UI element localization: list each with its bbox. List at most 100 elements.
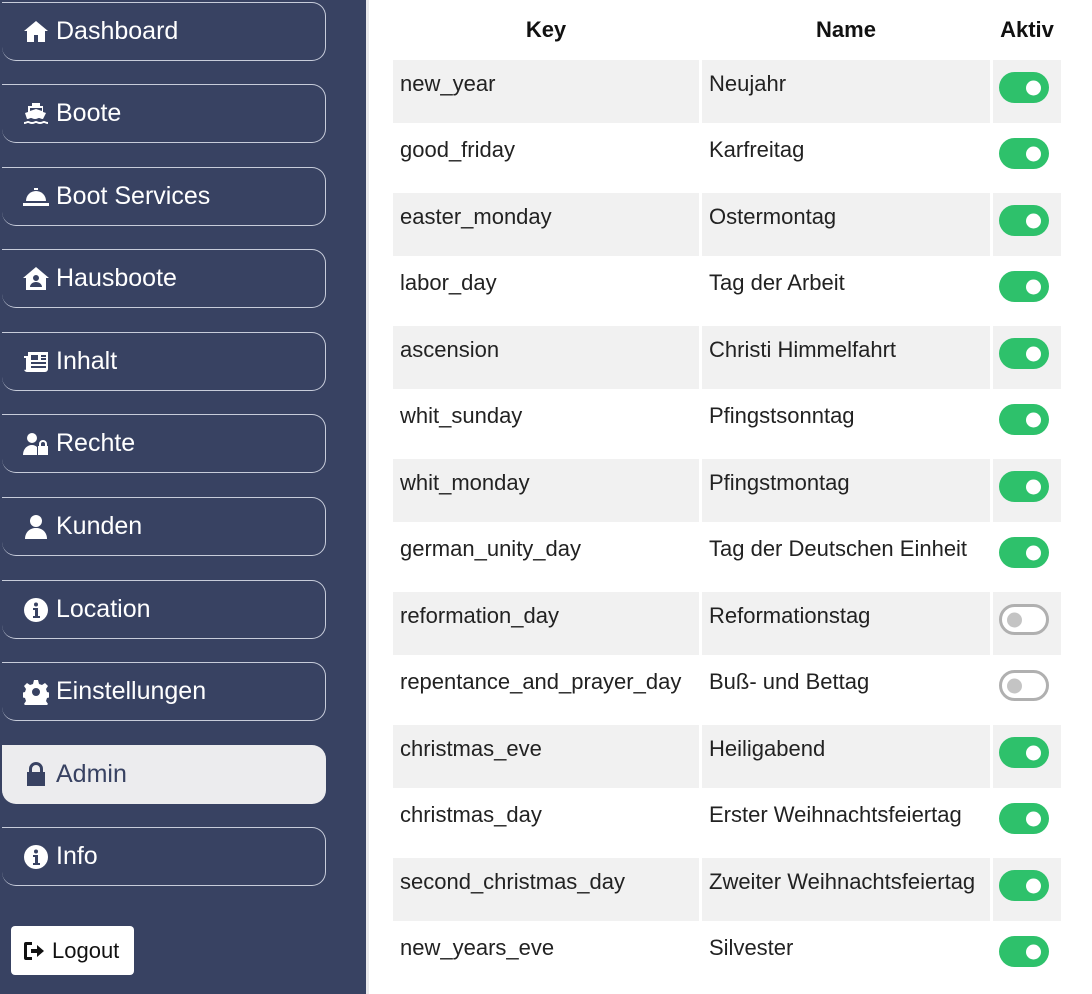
sidebar-item-inhalt[interactable]: Inhalt — [2, 332, 326, 391]
sidebar-item-label: Boot Services — [56, 182, 211, 210]
sidebar-item-admin[interactable]: Admin — [2, 745, 326, 804]
active-cell — [993, 525, 1061, 588]
holiday-key: new_year — [393, 60, 699, 123]
sidebar-item-rechte[interactable]: Rechte — [2, 414, 326, 473]
holiday-name: Neujahr — [702, 60, 990, 123]
toggle-knob — [1026, 944, 1041, 959]
info-circle-icon — [21, 843, 51, 871]
toggle-knob — [1026, 545, 1041, 560]
holiday-name: Silvester — [709, 935, 794, 960]
active-cell — [993, 658, 1061, 721]
toggle-knob — [1026, 213, 1041, 228]
toggle-knob — [1026, 279, 1041, 294]
holiday-key: german_unity_day — [400, 536, 582, 561]
holiday-key: labor_day — [400, 270, 497, 295]
holiday-name: Ostermontag — [702, 193, 990, 256]
sidebar-item-label: Kunden — [56, 512, 143, 540]
toggle-knob — [1026, 745, 1041, 760]
home-icon — [21, 18, 51, 46]
active-toggle[interactable] — [999, 205, 1049, 236]
ship-icon — [21, 100, 51, 128]
active-cell — [993, 725, 1061, 788]
holiday-key: whit_monday — [393, 459, 699, 522]
active-toggle[interactable] — [999, 870, 1049, 901]
sidebar-item-info[interactable]: Info — [2, 827, 326, 886]
active-toggle[interactable] — [999, 72, 1049, 103]
sidebar-item-label: Admin — [56, 760, 127, 788]
holiday-key: second_christmas_day — [393, 858, 699, 921]
sidebar-item-label: Info — [56, 842, 98, 870]
sidebar-item-hausboote[interactable]: Hausboote — [2, 249, 326, 308]
active-cell — [993, 259, 1061, 322]
active-toggle[interactable] — [999, 737, 1049, 768]
newspaper-icon — [21, 348, 51, 376]
sidebar: Dashboard Boote Boot Services Hausboote Inha… — [0, 0, 366, 994]
toggle-knob — [1026, 878, 1041, 893]
toggle-knob — [1026, 146, 1041, 161]
holiday-name: Tag der Deutschen Einheit — [709, 536, 968, 561]
holiday-name: Pfingstmontag — [702, 459, 990, 522]
active-toggle[interactable] — [999, 338, 1049, 369]
active-cell — [993, 326, 1061, 389]
lock-icon — [21, 761, 51, 789]
holiday-key: good_friday — [400, 137, 515, 162]
toggle-knob — [1007, 612, 1022, 627]
active-toggle[interactable] — [999, 936, 1049, 967]
holiday-name: Karfreitag — [709, 137, 805, 162]
active-cell — [993, 126, 1061, 189]
sidebar-item-label: Rechte — [56, 429, 136, 457]
info-circle-icon — [21, 596, 51, 624]
active-toggle[interactable] — [999, 803, 1049, 834]
active-toggle[interactable] — [999, 271, 1049, 302]
active-cell — [993, 924, 1061, 987]
toggle-knob — [1026, 80, 1041, 95]
holiday-name: Christi Himmelfahrt — [702, 326, 990, 389]
holiday-name: Reformationstag — [702, 592, 990, 655]
sign-out-icon — [24, 941, 44, 960]
active-cell — [993, 459, 1061, 522]
active-toggle[interactable] — [999, 471, 1049, 502]
active-toggle[interactable] — [999, 604, 1049, 635]
gear-icon — [21, 678, 51, 706]
sidebar-item-kunden[interactable]: Kunden — [2, 497, 326, 556]
holiday-name: Tag der Arbeit — [709, 270, 845, 295]
sidebar-item-label: Hausboote — [56, 264, 177, 292]
active-toggle[interactable] — [999, 537, 1049, 568]
active-toggle[interactable] — [999, 670, 1049, 701]
column-header-key: Key — [525, 17, 567, 42]
holiday-key: repentance_and_prayer_day — [400, 669, 682, 694]
holiday-key: easter_monday — [393, 193, 699, 256]
sidebar-item-label: Dashboard — [56, 17, 179, 45]
user-lock-icon — [21, 430, 51, 458]
holiday-key: ascension — [393, 326, 699, 389]
active-cell — [993, 193, 1061, 256]
holiday-key: christmas_day — [400, 802, 542, 827]
toggle-knob — [1026, 346, 1041, 361]
active-cell — [993, 392, 1061, 455]
holiday-name: Zweiter Weihnachtsfeiertag — [702, 858, 990, 921]
active-cell — [993, 60, 1061, 123]
holiday-name: Erster Weihnachtsfeiertag — [709, 802, 962, 827]
sidebar-item-dashboard[interactable]: Dashboard — [2, 2, 326, 61]
column-header-name: Name — [816, 17, 876, 42]
sidebar-item-boote[interactable]: Boote — [2, 84, 326, 143]
holiday-key: new_years_eve — [400, 935, 555, 960]
holiday-key: whit_sunday — [400, 403, 523, 428]
holiday-key: reformation_day — [393, 592, 699, 655]
sidebar-item-label: Location — [56, 595, 151, 623]
toggle-knob — [1026, 412, 1041, 427]
holiday-name: Buß- und Bettag — [709, 669, 870, 694]
concierge-bell-icon — [21, 183, 51, 211]
logout-button[interactable]: Logout — [11, 926, 134, 975]
holiday-name: Heiligabend — [702, 725, 990, 788]
active-toggle[interactable] — [999, 138, 1049, 169]
active-cell — [993, 791, 1061, 854]
logout-label: Logout — [52, 937, 120, 963]
sidebar-item-boot-services[interactable]: Boot Services — [2, 167, 326, 226]
column-header-active: Aktiv — [1000, 17, 1054, 42]
holiday-key: christmas_eve — [393, 725, 699, 788]
sidebar-item-location[interactable]: Location — [2, 580, 326, 639]
sidebar-item-einstellungen[interactable]: Einstellungen — [2, 662, 326, 721]
active-cell — [993, 592, 1061, 655]
active-toggle[interactable] — [999, 404, 1049, 435]
